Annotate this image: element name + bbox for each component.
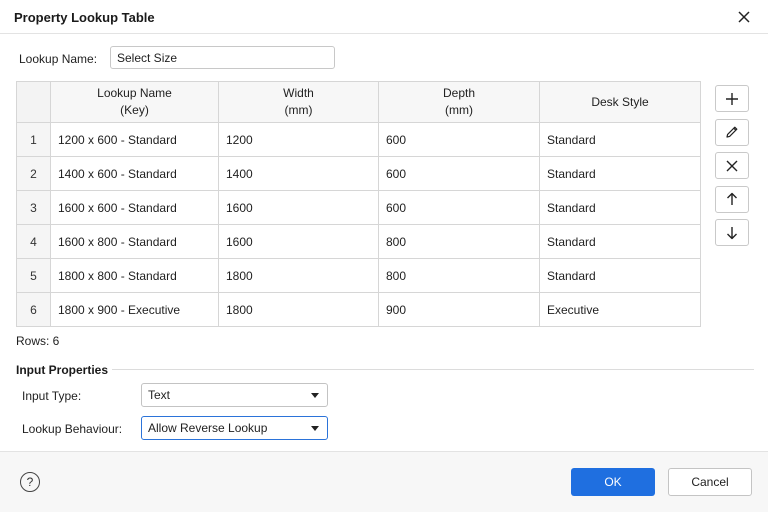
lookup-name-label: Lookup Name:	[19, 52, 98, 66]
move-up-button[interactable]	[715, 185, 749, 213]
rows-count-label: Rows: 6	[16, 334, 60, 348]
lookup-behaviour-select[interactable]: Allow Reverse Lookup	[141, 416, 328, 440]
row-number: 2	[16, 156, 51, 191]
row-toolbar	[715, 85, 749, 253]
column-header-line1: Width	[283, 86, 314, 100]
column-header-line2: (Key)	[120, 103, 149, 117]
table-row[interactable]: 4 1600 x 800 - Standard 1600 800 Standar…	[16, 224, 701, 259]
move-up-icon	[727, 192, 737, 205]
cell-depth[interactable]: 600	[378, 156, 540, 191]
table-row[interactable]: 1 1200 x 600 - Standard 1200 600 Standar…	[16, 122, 701, 157]
title-bar: Property Lookup Table	[0, 0, 768, 34]
input-type-label: Input Type:	[22, 389, 82, 403]
cell-width[interactable]: 1600	[218, 190, 379, 225]
table-row[interactable]: 3 1600 x 600 - Standard 1600 600 Standar…	[16, 190, 701, 225]
close-button[interactable]	[734, 7, 754, 27]
row-number: 5	[16, 258, 51, 293]
table-row[interactable]: 6 1800 x 900 - Executive 1800 900 Execut…	[16, 292, 701, 327]
close-icon	[738, 11, 750, 23]
add-icon	[726, 92, 738, 105]
lookup-table: Lookup Name (Key) Width (mm) Depth (mm) …	[16, 81, 701, 327]
dialog-footer: ? OK Cancel	[0, 451, 768, 512]
lookup-name-input[interactable]	[110, 46, 335, 69]
row-number: 6	[16, 292, 51, 327]
cell-lookup-name[interactable]: 1400 x 600 - Standard	[50, 156, 219, 191]
cell-lookup-name[interactable]: 1600 x 800 - Standard	[50, 224, 219, 259]
cell-depth[interactable]: 600	[378, 122, 540, 157]
cell-lookup-name[interactable]: 1200 x 600 - Standard	[50, 122, 219, 157]
cell-depth[interactable]: 900	[378, 292, 540, 327]
input-properties-heading: Input Properties	[16, 363, 109, 377]
move-down-button[interactable]	[715, 219, 749, 246]
move-down-icon	[727, 226, 737, 239]
section-divider	[112, 369, 754, 370]
column-header-line2: (mm)	[445, 103, 473, 117]
lookup-behaviour-value: Allow Reverse Lookup	[148, 421, 268, 435]
cell-depth[interactable]: 800	[378, 258, 540, 293]
table-header-row: Lookup Name (Key) Width (mm) Depth (mm) …	[16, 81, 701, 123]
delete-icon	[726, 160, 738, 171]
edit-row-button[interactable]	[715, 118, 749, 146]
cell-depth[interactable]: 600	[378, 190, 540, 225]
row-number: 3	[16, 190, 51, 225]
column-header-line1: Desk Style	[591, 94, 649, 109]
cell-desk-style[interactable]: Executive	[539, 292, 701, 327]
add-row-button[interactable]	[715, 85, 749, 112]
column-header-desk-style[interactable]: Desk Style	[539, 81, 701, 123]
cell-desk-style[interactable]: Standard	[539, 224, 701, 259]
column-header-width[interactable]: Width (mm)	[218, 81, 379, 123]
cell-desk-style[interactable]: Standard	[539, 122, 701, 157]
cell-width[interactable]: 1200	[218, 122, 379, 157]
cell-lookup-name[interactable]: 1800 x 800 - Standard	[50, 258, 219, 293]
cell-depth[interactable]: 800	[378, 224, 540, 259]
cell-width[interactable]: 1800	[218, 292, 379, 327]
input-type-value: Text	[148, 388, 171, 402]
edit-icon	[726, 126, 738, 138]
table-row[interactable]: 2 1400 x 600 - Standard 1400 600 Standar…	[16, 156, 701, 191]
lookup-behaviour-label: Lookup Behaviour:	[22, 422, 123, 436]
cell-lookup-name[interactable]: 1800 x 900 - Executive	[50, 292, 219, 327]
table-row[interactable]: 5 1800 x 800 - Standard 1800 800 Standar…	[16, 258, 701, 293]
row-number: 1	[16, 122, 51, 157]
cell-desk-style[interactable]: Standard	[539, 190, 701, 225]
help-icon[interactable]: ?	[20, 472, 40, 492]
cell-lookup-name[interactable]: 1600 x 600 - Standard	[50, 190, 219, 225]
row-number: 4	[16, 224, 51, 259]
row-number-header	[16, 81, 51, 123]
delete-row-button[interactable]	[715, 152, 749, 179]
cancel-button[interactable]: Cancel	[668, 468, 752, 496]
cell-desk-style[interactable]: Standard	[539, 258, 701, 293]
chevron-down-icon	[311, 393, 319, 398]
cell-desk-style[interactable]: Standard	[539, 156, 701, 191]
dialog-title: Property Lookup Table	[14, 10, 155, 25]
input-type-select[interactable]: Text	[141, 383, 328, 407]
chevron-down-icon	[311, 426, 319, 431]
column-header-line2: (mm)	[284, 103, 313, 117]
cell-width[interactable]: 1800	[218, 258, 379, 293]
cell-width[interactable]: 1400	[218, 156, 379, 191]
column-header-line1: Lookup Name	[97, 86, 172, 100]
column-header-depth[interactable]: Depth (mm)	[378, 81, 540, 123]
cell-width[interactable]: 1600	[218, 224, 379, 259]
column-header-line1: Depth	[442, 86, 476, 100]
property-lookup-dialog: Property Lookup Table Lookup Name: Looku…	[0, 0, 768, 512]
column-header-lookup-name[interactable]: Lookup Name (Key)	[50, 81, 219, 123]
ok-button[interactable]: OK	[571, 468, 655, 496]
